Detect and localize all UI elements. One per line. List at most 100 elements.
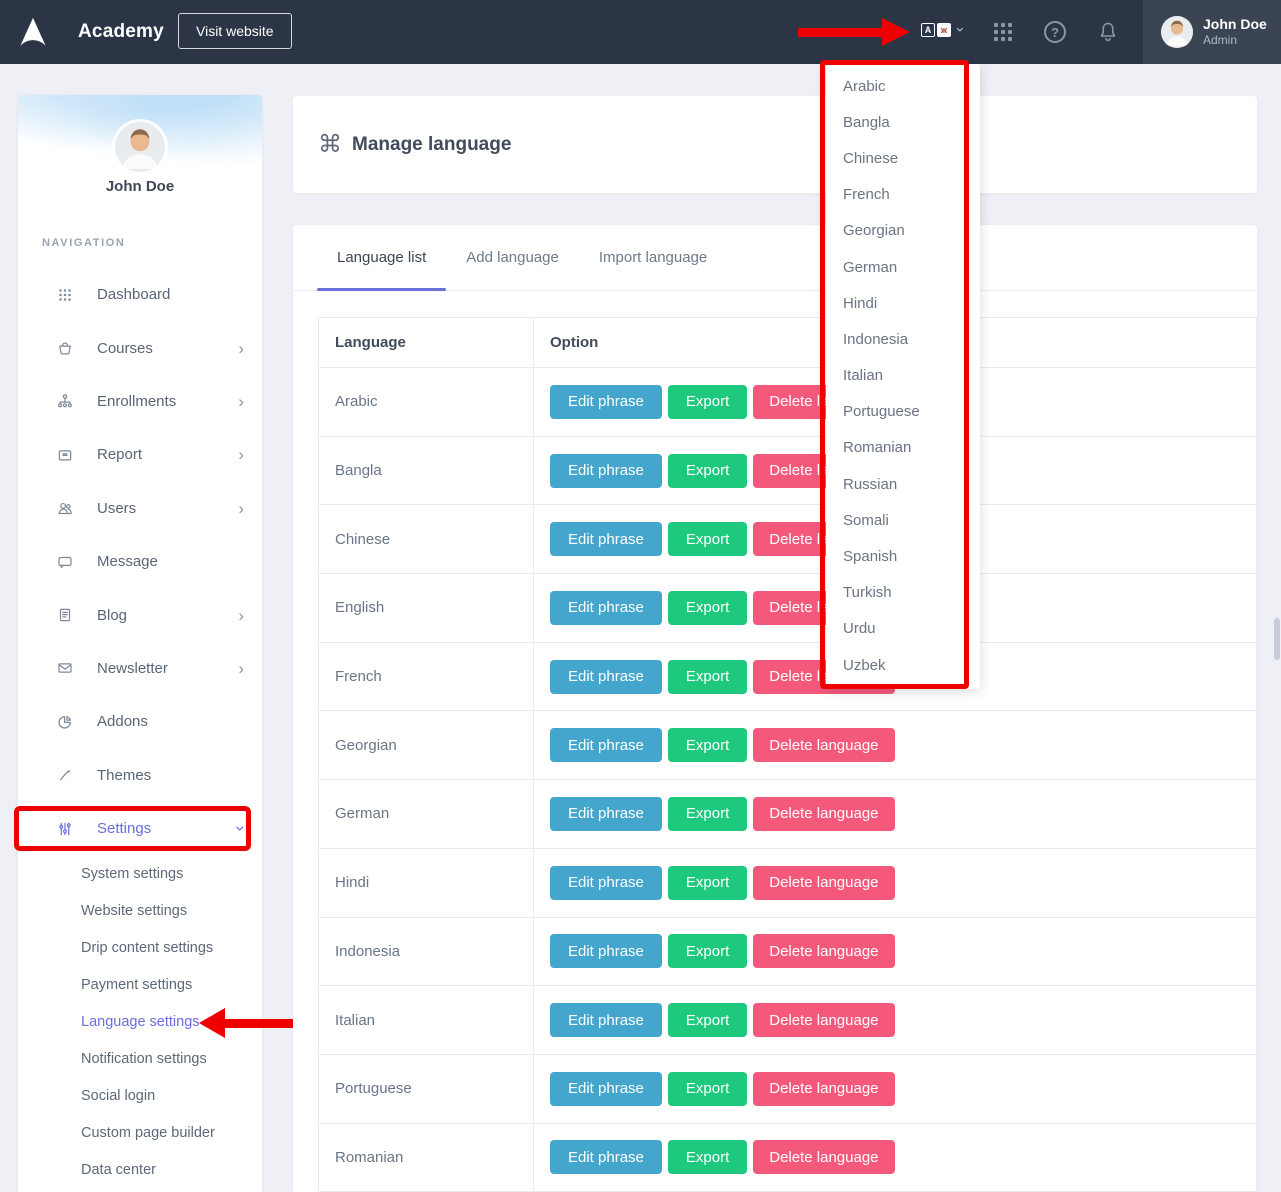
export-button[interactable]: Export	[668, 660, 747, 694]
sidebar-item-label: Dashboard	[97, 286, 170, 303]
option-cell: Edit phraseExportDelete language	[534, 1123, 1257, 1192]
tab-language-list[interactable]: Language list	[317, 225, 446, 290]
edit-phrase-button[interactable]: Edit phrase	[550, 797, 662, 831]
dropdown-item-turkish[interactable]: Turkish	[826, 575, 980, 611]
dropdown-item-spanish[interactable]: Spanish	[826, 538, 980, 574]
language-cell: Georgian	[319, 711, 534, 780]
sidebar-item-enrollments[interactable]: Enrollments›	[18, 375, 262, 428]
dropdown-item-arabic[interactable]: Arabic	[826, 68, 980, 104]
dropdown-item-russian[interactable]: Russian	[826, 466, 980, 502]
delete-language-button[interactable]: Delete language	[753, 1003, 894, 1037]
sidebar-item-courses[interactable]: Courses›	[18, 321, 262, 374]
academy-logo-icon[interactable]	[12, 11, 54, 53]
sliders-icon	[56, 820, 74, 838]
notifications-bell-icon[interactable]	[1096, 20, 1120, 44]
submenu-item-notification-settings[interactable]: Notification settings	[18, 1040, 262, 1077]
option-cell: Edit phraseExportDelete language	[534, 780, 1257, 849]
language-dropdown-menu: ArabicBanglaChineseFrenchGeorgianGermanH…	[826, 64, 980, 689]
dropdown-item-somali[interactable]: Somali	[826, 502, 980, 538]
sidebar-item-newsletter[interactable]: Newsletter›	[18, 642, 262, 695]
language-cell: German	[319, 780, 534, 849]
dropdown-item-urdu[interactable]: Urdu	[826, 611, 980, 647]
dropdown-item-french[interactable]: French	[826, 177, 980, 213]
top-navbar: Academy Visit website A ж › ? John Doe A…	[0, 0, 1281, 64]
sidebar-item-dashboard[interactable]: Dashboard	[18, 268, 262, 321]
tabs-bar: Language list Add language Import langua…	[293, 225, 1257, 291]
export-button[interactable]: Export	[668, 728, 747, 762]
sidebar-item-label: Themes	[97, 767, 151, 784]
delete-language-button[interactable]: Delete language	[753, 934, 894, 968]
language-table-body: ArabicEdit phraseExportDelete languageBa…	[319, 368, 1257, 1192]
delete-language-button[interactable]: Delete language	[753, 866, 894, 900]
option-cell: Edit phraseExportDelete language	[534, 1054, 1257, 1123]
sidebar-item-message[interactable]: Message	[18, 535, 262, 588]
dropdown-item-hindi[interactable]: Hindi	[826, 285, 980, 321]
dropdown-item-indonesia[interactable]: Indonesia	[826, 321, 980, 357]
language-switcher-button[interactable]: A ж ›	[921, 22, 963, 37]
export-button[interactable]: Export	[668, 797, 747, 831]
export-button[interactable]: Export	[668, 591, 747, 625]
edit-phrase-button[interactable]: Edit phrase	[550, 866, 662, 900]
edit-phrase-button[interactable]: Edit phrase	[550, 934, 662, 968]
edit-phrase-button[interactable]: Edit phrase	[550, 385, 662, 419]
export-button[interactable]: Export	[668, 454, 747, 488]
help-icon[interactable]: ?	[1044, 21, 1066, 43]
scrollbar-thumb[interactable]	[1274, 618, 1280, 660]
delete-language-button[interactable]: Delete language	[753, 1140, 894, 1174]
submenu-item-payment-settings[interactable]: Payment settings	[18, 967, 262, 1004]
submenu-item-social-login[interactable]: Social login	[18, 1077, 262, 1114]
sidebar-item-themes[interactable]: Themes	[18, 749, 262, 802]
submenu-item-drip-content-settings[interactable]: Drip content settings	[18, 930, 262, 967]
delete-language-button[interactable]: Delete language	[753, 1072, 894, 1106]
dropdown-item-german[interactable]: German	[826, 249, 980, 285]
submenu-item-website-settings[interactable]: Website settings	[18, 893, 262, 930]
edit-phrase-button[interactable]: Edit phrase	[550, 1140, 662, 1174]
apps-grid-icon[interactable]	[994, 23, 1014, 41]
user-menu[interactable]: John Doe Admin	[1143, 0, 1281, 64]
sidebar-item-addons[interactable]: Addons	[18, 695, 262, 748]
submenu-item-data-center[interactable]: Data center	[18, 1151, 262, 1188]
chevron-right-icon: ›	[238, 660, 244, 677]
edit-phrase-button[interactable]: Edit phrase	[550, 1072, 662, 1106]
chevron-right-icon: ›	[238, 500, 244, 517]
submenu-item-language-settings[interactable]: Language settings	[18, 1004, 262, 1041]
sidebar-item-label: Settings	[97, 820, 151, 837]
tab-import-language[interactable]: Import language	[579, 225, 727, 290]
edit-phrase-button[interactable]: Edit phrase	[550, 591, 662, 625]
dropdown-item-uzbek[interactable]: Uzbek	[826, 647, 980, 683]
dropdown-item-italian[interactable]: Italian	[826, 358, 980, 394]
language-cell: English	[319, 574, 534, 643]
tab-add-language[interactable]: Add language	[446, 225, 579, 290]
delete-language-button[interactable]: Delete language	[753, 728, 894, 762]
visit-website-button[interactable]: Visit website	[178, 13, 292, 49]
sidebar-item-settings[interactable]: Settings›	[18, 802, 262, 855]
export-button[interactable]: Export	[668, 1072, 747, 1106]
sidebar-item-blog[interactable]: Blog›	[18, 588, 262, 641]
sidebar-item-report[interactable]: Report›	[18, 428, 262, 481]
edit-phrase-button[interactable]: Edit phrase	[550, 522, 662, 556]
language-cell: Indonesia	[319, 917, 534, 986]
chevron-right-icon: ›	[238, 607, 244, 624]
dropdown-item-romanian[interactable]: Romanian	[826, 430, 980, 466]
dropdown-item-georgian[interactable]: Georgian	[826, 213, 980, 249]
edit-phrase-button[interactable]: Edit phrase	[550, 1003, 662, 1037]
table-row-chinese: ChineseEdit phraseExportDelete language	[319, 505, 1257, 574]
export-button[interactable]: Export	[668, 1003, 747, 1037]
export-button[interactable]: Export	[668, 866, 747, 900]
submenu-item-system-settings[interactable]: System settings	[18, 856, 262, 893]
table-row-indonesia: Indonesia Edit phraseExportDelete languag…	[319, 917, 1257, 986]
submenu-item-custom-page-builder[interactable]: Custom page builder	[18, 1114, 262, 1151]
export-button[interactable]: Export	[668, 522, 747, 556]
edit-phrase-button[interactable]: Edit phrase	[550, 660, 662, 694]
dropdown-item-bangla[interactable]: Bangla	[826, 104, 980, 140]
export-button[interactable]: Export	[668, 1140, 747, 1174]
edit-phrase-button[interactable]: Edit phrase	[550, 728, 662, 762]
edit-phrase-button[interactable]: Edit phrase	[550, 454, 662, 488]
export-button[interactable]: Export	[668, 385, 747, 419]
delete-language-button[interactable]: Delete language	[753, 797, 894, 831]
dropdown-item-chinese[interactable]: Chinese	[826, 140, 980, 176]
basket-icon	[56, 339, 74, 357]
dropdown-item-portuguese[interactable]: Portuguese	[826, 394, 980, 430]
export-button[interactable]: Export	[668, 934, 747, 968]
sidebar-item-users[interactable]: Users›	[18, 482, 262, 535]
